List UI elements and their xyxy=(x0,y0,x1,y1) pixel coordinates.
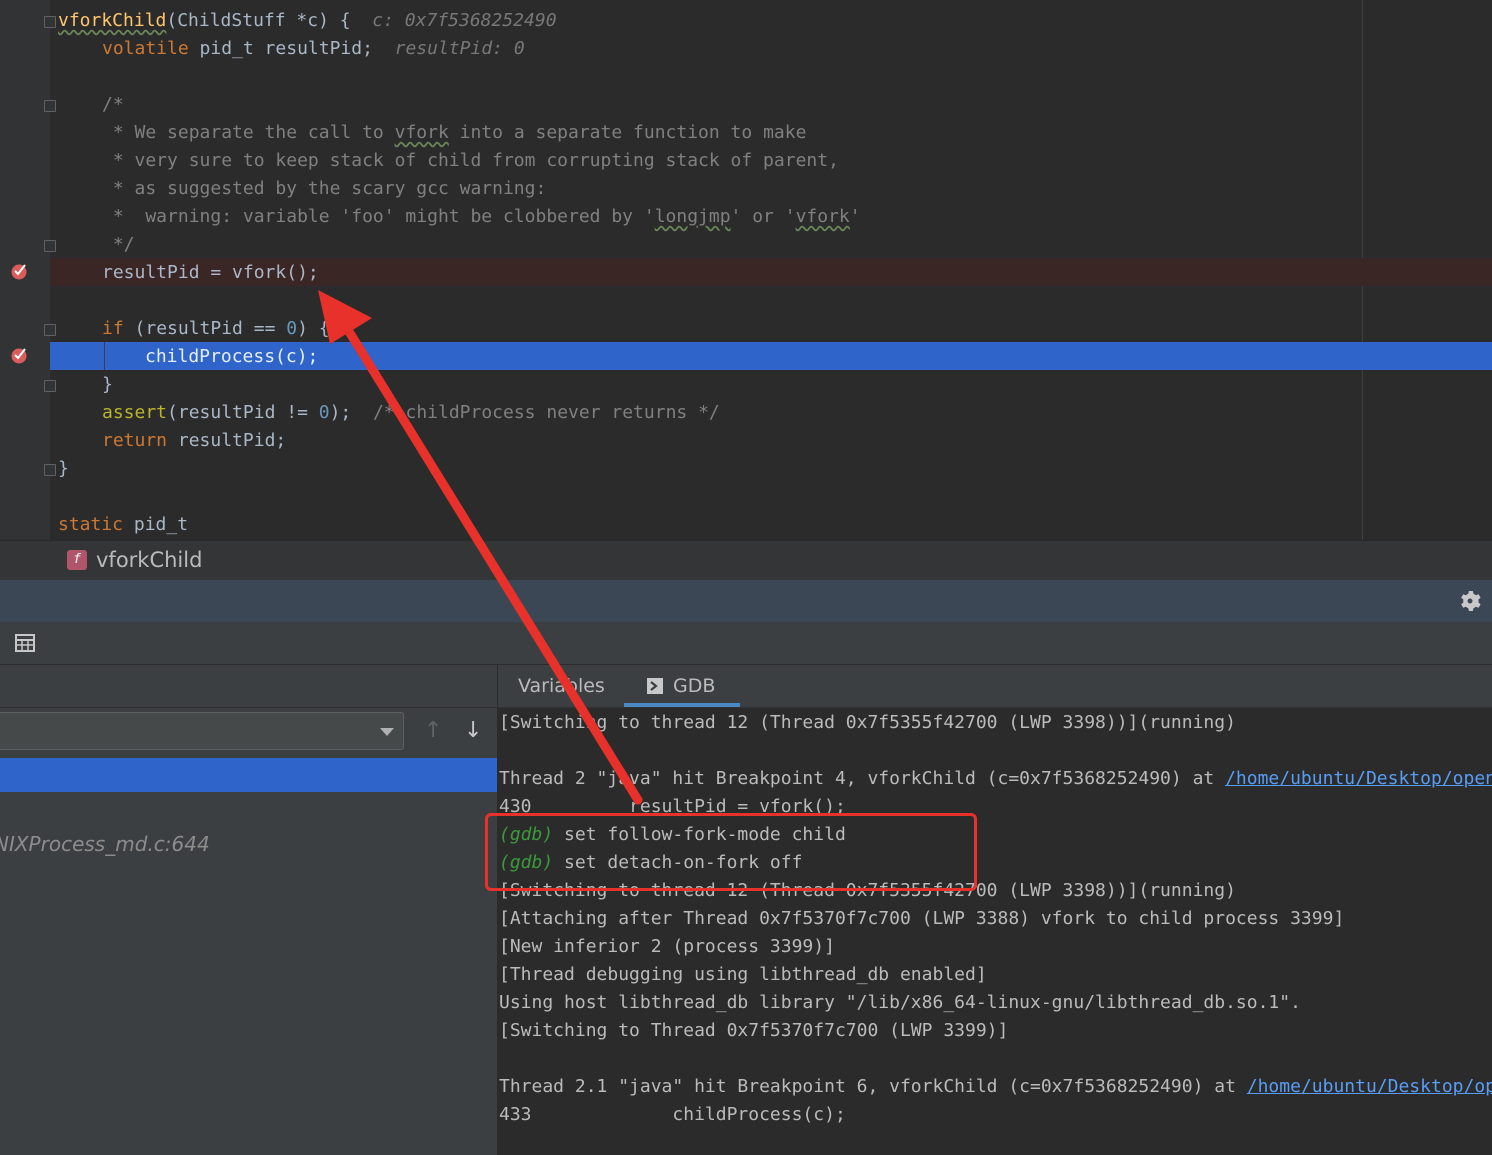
keyword: volatile xyxy=(102,38,189,59)
breadcrumb-item-vforkchild[interactable]: vforkChild xyxy=(96,544,202,576)
comment-line: * We separate the call to vfork into a s… xyxy=(102,119,807,147)
code-text: pid_t xyxy=(123,514,189,535)
comment-line: /* xyxy=(102,94,124,115)
code-line: assert(resultPid != 0); /* childProcess … xyxy=(102,399,720,427)
inline-value-hint: c: 0x7f5368252490 xyxy=(372,10,557,31)
comment-line: * warning: variable 'foo' might be clobb… xyxy=(102,203,861,231)
console-line: Thread 2.1 "java" hit Breakpoint 6, vfor… xyxy=(499,1073,1492,1101)
thread-selector[interactable] xyxy=(0,712,404,750)
frame-list-item[interactable]: NIXProcess_md.c:644 xyxy=(0,830,210,858)
console-text: Thread 2 "java" hit Breakpoint 4, vforkC… xyxy=(499,768,1226,789)
console-line: [Switching to thread 12 (Thread 0x7f5355… xyxy=(499,712,1236,733)
arrow-up-icon[interactable]: ↑ xyxy=(424,720,442,742)
comment-line: */ xyxy=(102,234,135,255)
comment-text: ' or ' xyxy=(730,206,796,227)
gear-icon[interactable] xyxy=(1458,589,1482,613)
inline-value-hint: resultPid: 0 xyxy=(394,38,525,59)
comment-text: vfork xyxy=(394,122,449,143)
console-line: [Attaching after Thread 0x7f5370f7c700 (… xyxy=(499,908,1345,929)
function-icon: f xyxy=(67,550,87,570)
indent-guide xyxy=(104,342,105,370)
breakpoint-icon[interactable] xyxy=(10,346,28,364)
comment-line: * very sure to keep stack of child from … xyxy=(102,150,839,171)
code-text: resultPid; xyxy=(167,430,287,451)
keyword: if xyxy=(102,318,124,339)
keyword: return xyxy=(102,430,168,451)
tab-variables[interactable]: Variables xyxy=(518,665,605,707)
code-line: if (resultPid == 0) { xyxy=(102,315,330,343)
number-literal: 0 xyxy=(318,402,330,423)
fold-marker[interactable] xyxy=(44,100,56,112)
code-text: pid_t resultPid; xyxy=(188,38,373,59)
frames-panel-header xyxy=(0,665,497,708)
fold-marker[interactable] xyxy=(44,324,56,336)
console-line: [New inferior 2 (process 3399)] xyxy=(499,936,835,957)
function-name: assert xyxy=(102,402,168,423)
console-line: [Thread debugging using libthread_db ena… xyxy=(499,964,987,985)
console-line: 433 childProcess(c); xyxy=(499,1104,846,1125)
frame-list-item-selected[interactable] xyxy=(0,758,497,792)
comment-line: * as suggested by the scary gcc warning: xyxy=(102,178,547,199)
console-text: Thread 2.1 "java" hit Breakpoint 6, vfor… xyxy=(499,1076,1247,1097)
keyword: static xyxy=(58,514,124,535)
code-line: vforkChild(ChildStuff *c) { c: 0x7f53682… xyxy=(58,7,557,35)
code-line-current: childProcess(c); xyxy=(145,346,319,367)
debug-tool-window-header xyxy=(0,580,1492,623)
console-line: Thread 2 "java" hit Breakpoint 4, vforkC… xyxy=(499,765,1492,793)
code-text: (resultPid == xyxy=(123,318,287,339)
breadcrumb xyxy=(0,540,1492,581)
comment-text: longjmp xyxy=(654,206,731,227)
code-text: (ChildStuff *c) { xyxy=(166,10,351,31)
code-line: volatile pid_t resultPid; resultPid: 0 xyxy=(102,35,525,63)
comment-text: into a separate function to make xyxy=(448,122,807,143)
console-line: [Switching to Thread 0x7f5370f7c700 (LWP… xyxy=(499,1020,1009,1041)
code-text: ); xyxy=(329,402,352,423)
annotation-highlight-box xyxy=(485,813,977,891)
code-line: } xyxy=(102,374,113,395)
function-name: vforkChild xyxy=(58,10,167,31)
chevron-down-icon[interactable] xyxy=(380,728,394,736)
source-link[interactable]: /home/ubuntu/Desktop/open xyxy=(1225,768,1492,789)
fold-marker[interactable] xyxy=(44,464,56,476)
arrow-down-icon[interactable]: ↓ xyxy=(464,720,482,742)
tab-gdb[interactable]: GDB xyxy=(673,665,715,707)
console-icon xyxy=(647,678,663,694)
comment-text: vfork xyxy=(795,206,850,227)
active-tab-indicator xyxy=(624,703,740,707)
comment-text: /* childProcess never returns */ xyxy=(372,402,720,423)
debug-toolbar xyxy=(0,622,1492,665)
comment-text: ' xyxy=(849,206,861,227)
fold-marker[interactable] xyxy=(44,380,56,392)
code-text: (resultPid != xyxy=(167,402,319,423)
code-text: ) { xyxy=(297,318,330,339)
table-view-icon[interactable] xyxy=(14,632,36,654)
comment-text: * warning: variable 'foo' might be clobb… xyxy=(102,206,655,227)
code-line-breakpoint: resultPid = vfork(); xyxy=(102,262,319,283)
code-line: return resultPid; xyxy=(102,427,286,455)
code-line: } xyxy=(58,458,69,479)
breakpoint-icon[interactable] xyxy=(10,262,28,280)
console-line: Using host libthread_db library "/lib/x8… xyxy=(499,992,1301,1013)
fold-marker[interactable] xyxy=(44,16,56,28)
comment-text: * We separate the call to xyxy=(102,122,395,143)
source-link[interactable]: /home/ubuntu/Desktop/op xyxy=(1247,1076,1492,1097)
number-literal: 0 xyxy=(286,318,298,339)
fold-marker[interactable] xyxy=(44,240,56,252)
code-line: static pid_t xyxy=(58,511,188,539)
